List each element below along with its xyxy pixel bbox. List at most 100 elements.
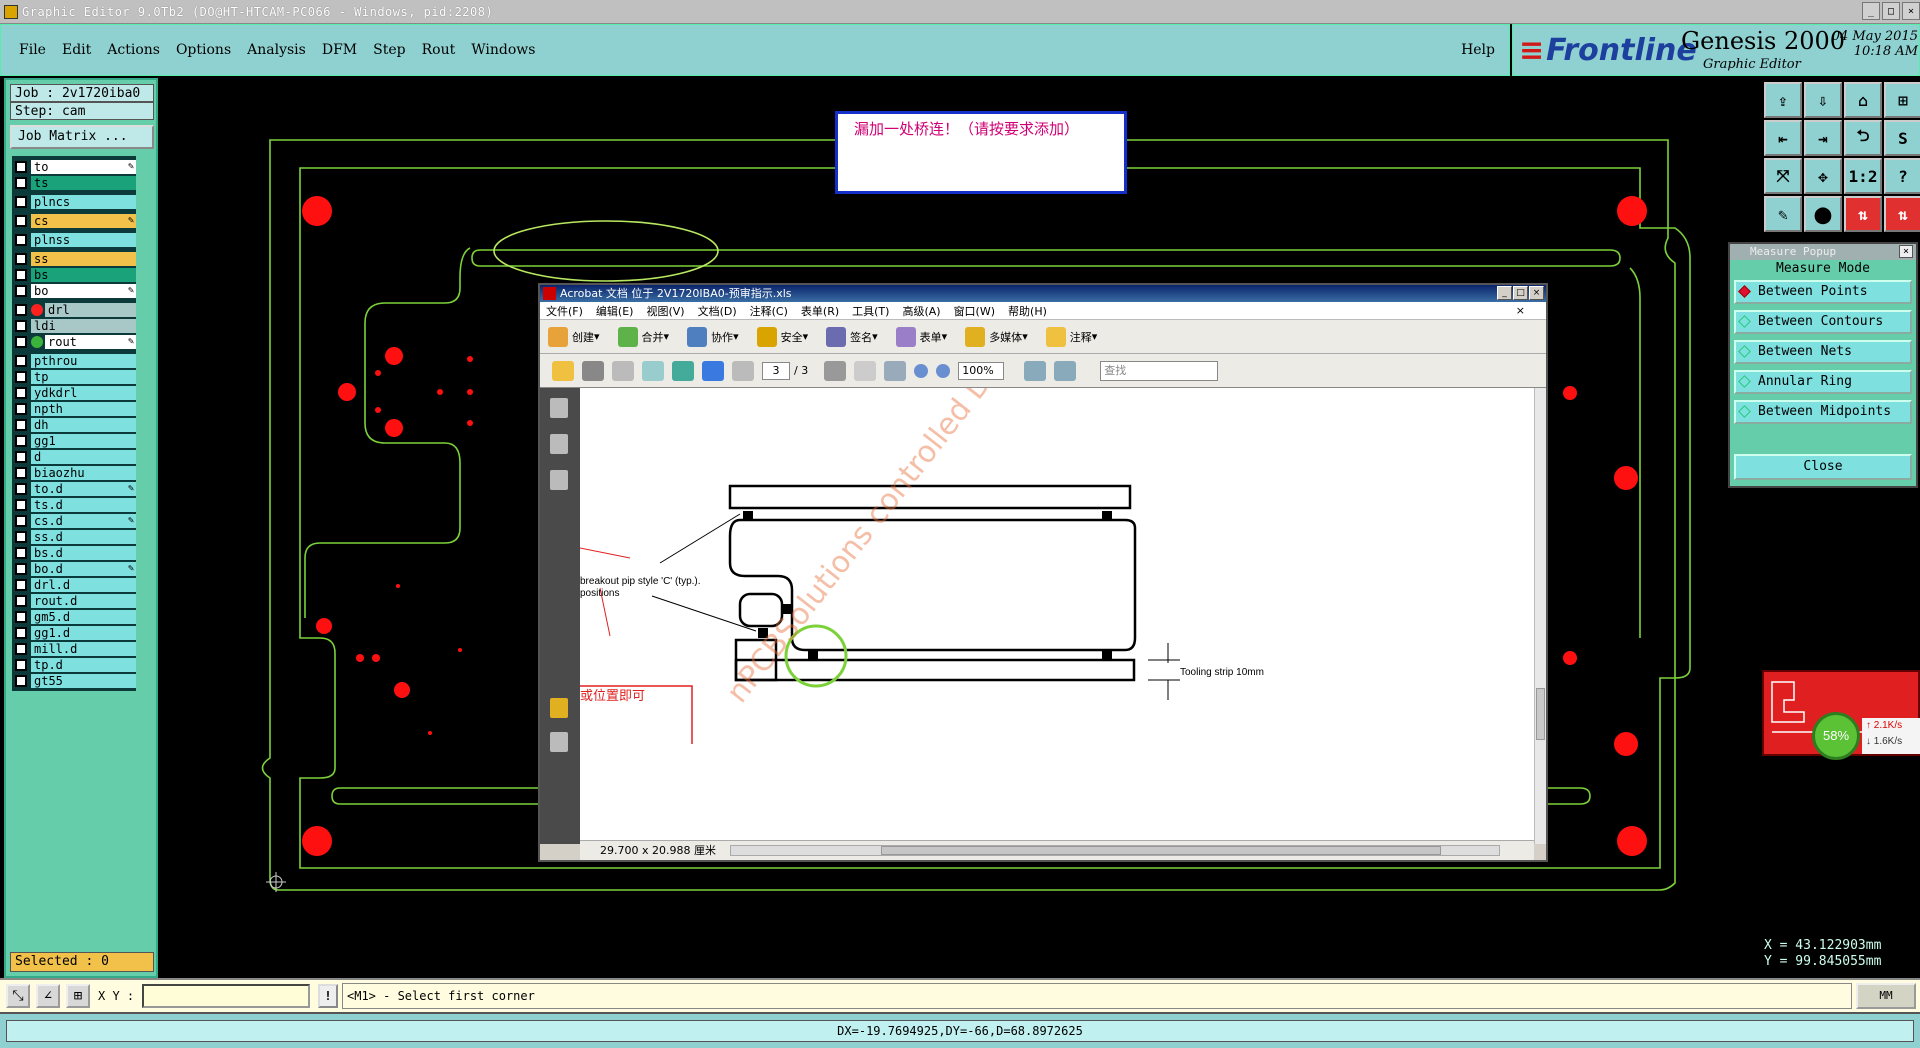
acrobat-minimize-button[interactable]: _ [1497,286,1512,300]
layer-name[interactable]: tp [31,369,136,384]
tool-button[interactable]: ⇅ [1844,196,1882,232]
maximize-button[interactable]: □ [1882,2,1900,20]
minimize-button[interactable]: _ [1862,2,1880,20]
layer-row[interactable]: gm5.d [12,609,136,624]
hand-tool-icon[interactable] [854,360,877,381]
layer-row[interactable]: to.d ✎ [12,481,136,496]
layer-name[interactable]: bs [31,267,136,282]
print-icon[interactable] [582,360,604,381]
layer-row[interactable]: ts [12,175,136,190]
layer-name[interactable]: to.d ✎ [31,481,136,496]
measure-popup[interactable]: Measure Popup × Measure Mode Between Poi… [1728,242,1918,488]
layer-row[interactable]: pthrou [12,353,136,368]
layer-row[interactable]: ss.d [12,529,136,544]
fit-width-icon[interactable] [1054,360,1077,381]
zoom-tool-icon[interactable] [884,360,907,381]
layer-row[interactable]: gt55 [12,673,136,688]
line-tool-icon[interactable]: ∠ [36,984,60,1008]
forms-button[interactable]: 表单 ▾ [895,326,947,347]
acrobat-menu-window[interactable]: 窗口(W) [954,303,995,319]
web-icon[interactable] [672,360,694,381]
layer-checkbox[interactable] [15,370,27,383]
tool-button[interactable]: ⊞ [1884,82,1920,118]
layer-checkbox[interactable] [15,319,27,332]
layer-checkbox[interactable] [15,354,27,367]
layer-checkbox[interactable] [15,303,27,316]
pages-icon[interactable] [550,398,568,418]
layer-name[interactable]: to ✎ [31,159,136,174]
zoom-out-icon[interactable] [914,363,929,378]
zoom-level[interactable]: 100% [958,361,1005,380]
layer-name[interactable]: d [31,449,136,464]
tool-button[interactable]: ⮌ [1844,120,1882,156]
layer-row[interactable]: ts.d [12,497,136,512]
layer-checkbox[interactable] [15,578,27,591]
layer-row[interactable]: to ✎ [12,159,136,174]
tool-button[interactable]: ⬤ [1804,196,1842,232]
measure-close-icon[interactable]: × [1899,245,1913,258]
layer-checkbox[interactable] [15,546,27,559]
comments-pane-icon[interactable] [550,698,568,718]
bookmarks-icon[interactable] [550,434,568,454]
layer-row[interactable]: drl.d [12,577,136,592]
xy-input[interactable] [142,984,310,1008]
layer-checkbox[interactable] [15,418,27,431]
menu-edit[interactable]: Edit [62,42,91,58]
layer-row[interactable]: ydkdrl [12,385,136,400]
layer-name[interactable]: rout ✎ [45,334,136,349]
layer-row[interactable]: bs.d [12,545,136,560]
open-folder-icon[interactable] [552,360,574,381]
tool-button[interactable]: ✎ [1764,196,1802,232]
layer-name[interactable]: bs.d [31,545,136,560]
measure-option[interactable]: Between Contours [1734,310,1912,334]
tool-button[interactable]: ⇥ [1804,120,1842,156]
layer-checkbox[interactable] [15,195,27,208]
layer-checkbox[interactable] [15,450,27,463]
menu-options[interactable]: Options [176,42,231,58]
layer-name[interactable]: npth [31,401,136,416]
layer-row[interactable]: gg1 [12,433,136,448]
menu-step[interactable]: Step [373,42,405,58]
acrobat-menu-file[interactable]: 文件(F) [546,303,583,319]
layer-name[interactable]: bo.d ✎ [31,561,136,576]
acrobat-maximize-button[interactable]: □ [1513,286,1528,300]
tool-button[interactable]: ⇪ [1764,82,1802,118]
layer-row[interactable]: plnss [12,232,136,247]
measure-option[interactable]: Annular Ring [1734,370,1912,394]
layer-name[interactable]: gt55 [31,673,136,688]
layer-name[interactable]: ydkdrl [31,385,136,400]
acrobat-menu-help[interactable]: 帮助(H) [1008,303,1047,319]
tool-button[interactable]: 1:2 [1844,158,1882,194]
menu-windows[interactable]: Windows [471,42,535,58]
layer-name[interactable]: ts [31,175,136,190]
layer-row[interactable]: cs ✎ [12,213,136,228]
acrobat-horizontal-scrollbar[interactable] [730,845,1500,856]
secure-button[interactable]: 安全 ▾ [756,326,808,347]
prev-page-icon[interactable] [702,360,724,381]
select-cursor-icon[interactable] [824,360,847,381]
layer-checkbox[interactable] [15,626,27,639]
acrobat-menu-comments[interactable]: 注释(C) [750,303,788,319]
multimedia-button[interactable]: 多媒体 ▾ [965,326,1028,347]
menu-rout[interactable]: Rout [422,42,456,58]
layer-row[interactable]: ss [12,251,136,266]
layer-checkbox[interactable] [15,482,27,495]
fit-page-icon[interactable] [1024,360,1047,381]
layer-name[interactable]: gg1 [31,433,136,448]
layer-checkbox[interactable] [15,530,27,543]
signatures-icon[interactable] [550,470,568,490]
layer-row[interactable]: drl [12,302,136,317]
layer-checkbox[interactable] [15,176,27,189]
layer-row[interactable]: biaozhu [12,465,136,480]
layer-name[interactable]: pthrou [31,353,136,368]
tool-button[interactable]: ⌂ [1844,82,1882,118]
snap-icon[interactable]: ⤡ [6,984,30,1008]
layer-row[interactable]: rout.d [12,593,136,608]
layer-row[interactable]: tp [12,369,136,384]
layer-checkbox[interactable] [15,514,27,527]
layer-name[interactable]: plncs [31,194,136,209]
layer-row[interactable]: plncs [12,194,136,209]
layer-row[interactable]: gg1.d [12,625,136,640]
acrobat-menu-edit[interactable]: 编辑(E) [596,303,634,319]
layer-name[interactable]: gg1.d [31,625,136,640]
